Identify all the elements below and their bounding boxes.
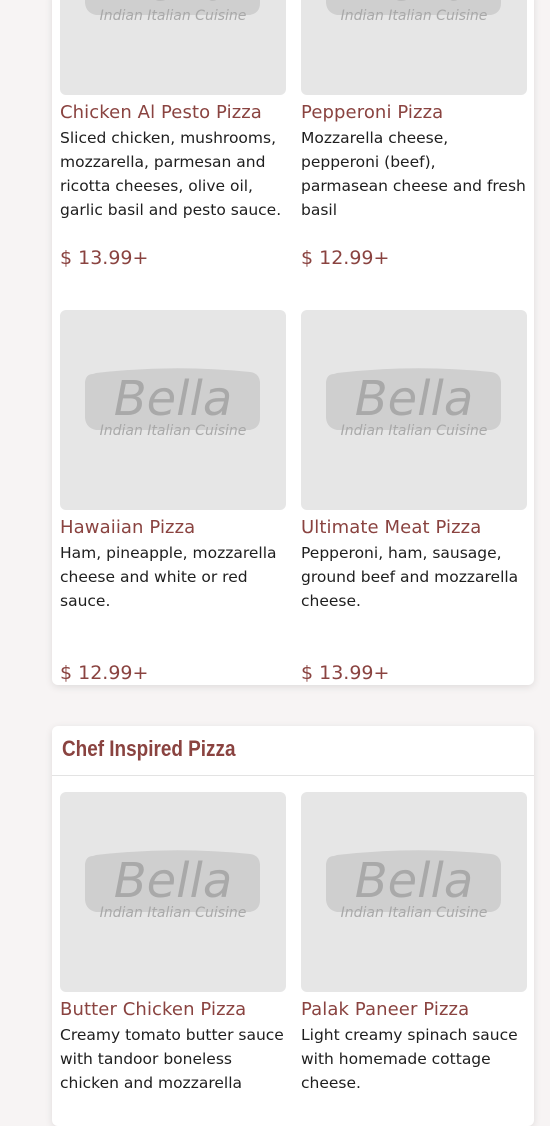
section-title: Chef Inspired Pizza bbox=[62, 736, 236, 761]
menu-item-price: $ 13.99+ bbox=[301, 662, 390, 684]
menu-item-image[interactable]: BellaIndian Italian Cuisine bbox=[60, 792, 286, 992]
menu-item-name[interactable]: Butter Chicken Pizza bbox=[60, 999, 246, 1020]
menu-item-description: Sliced chicken, mushrooms, mozzarella, p… bbox=[60, 129, 282, 219]
logo-tagline: Indian Italian Cuisine bbox=[100, 905, 247, 921]
logo-wordmark: Bella bbox=[355, 853, 474, 909]
restaurant-logo: BellaIndian Italian Cuisine bbox=[85, 368, 260, 439]
menu-section-card: Chef Inspired Pizza Bella Indian Italian … bbox=[52, 726, 534, 1126]
menu-item-description: Mozzarella cheese, pepperoni (beef), par… bbox=[301, 129, 526, 219]
menu-item-price: $ 12.99+ bbox=[60, 662, 149, 684]
restaurant-logo: BellaIndian Italian Cuisine bbox=[85, 850, 260, 921]
menu-section-card: BellaIndian Italian Cuisine Chicken Al P… bbox=[52, 0, 534, 685]
logo-tagline: Indian Italian Cuisine bbox=[341, 905, 488, 921]
menu-item-name[interactable]: Pepperoni Pizza bbox=[301, 102, 443, 123]
restaurant-logo: BellaIndian Italian Cuisine bbox=[85, 0, 260, 24]
menu-item-name[interactable]: Palak Paneer Pizza bbox=[301, 999, 469, 1020]
logo-wordmark: Bella bbox=[114, 853, 233, 909]
menu-item-description: Creamy tomato butter sauce with tandoor … bbox=[60, 1026, 284, 1092]
menu-item-name[interactable]: Chicken Al Pesto Pizza bbox=[60, 102, 262, 123]
menu-item-image[interactable]: BellaIndian Italian Cuisine bbox=[60, 310, 286, 510]
menu-item-price: $ 12.99+ bbox=[301, 247, 390, 269]
menu-item-description: Light creamy spinach sauce with homemade… bbox=[301, 1026, 518, 1092]
logo-wordmark: Bella bbox=[114, 371, 233, 427]
menu-item-image[interactable]: BellaIndian Italian Cuisine bbox=[301, 792, 527, 992]
menu-item-description: Ham, pineapple, mozzarella cheese and wh… bbox=[60, 544, 277, 610]
logo-tagline: Indian Italian Cuisine bbox=[341, 8, 488, 24]
restaurant-logo: BellaIndian Italian Cuisine bbox=[326, 368, 501, 439]
menu-item-price: $ 13.99+ bbox=[60, 247, 149, 269]
menu-item-name[interactable]: Ultimate Meat Pizza bbox=[301, 517, 481, 538]
menu-item-name[interactable]: Hawaiian Pizza bbox=[60, 517, 195, 538]
menu-item-image[interactable]: BellaIndian Italian Cuisine bbox=[60, 0, 286, 95]
logo-tagline: Indian Italian Cuisine bbox=[341, 423, 488, 439]
restaurant-logo: BellaIndian Italian Cuisine bbox=[326, 850, 501, 921]
menu-item-description: Pepperoni, ham, sausage, ground beef and… bbox=[301, 544, 519, 610]
logo-tagline: Indian Italian Cuisine bbox=[100, 8, 247, 24]
section-header: Chef Inspired Pizza bbox=[52, 726, 534, 776]
logo-wordmark: Bella bbox=[355, 371, 474, 427]
menu-item-image[interactable]: BellaIndian Italian Cuisine bbox=[301, 0, 527, 95]
restaurant-logo: BellaIndian Italian Cuisine bbox=[326, 0, 501, 24]
menu-item-image[interactable]: BellaIndian Italian Cuisine bbox=[301, 310, 527, 510]
logo-tagline: Indian Italian Cuisine bbox=[100, 423, 247, 439]
